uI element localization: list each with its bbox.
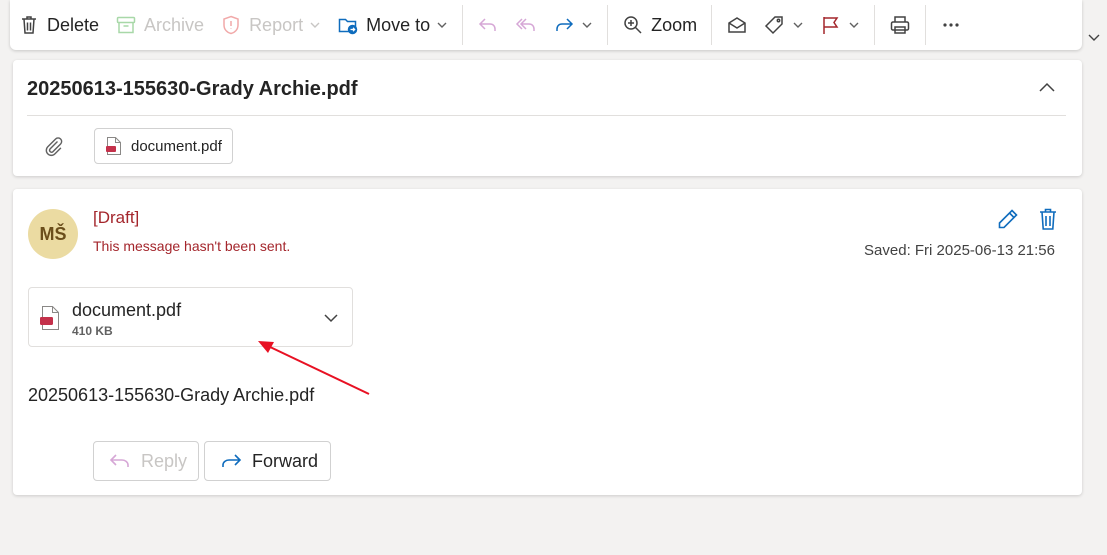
more-icon [940,14,962,36]
archive-icon [115,14,137,36]
edit-draft-button[interactable] [995,206,1021,232]
archive-label: Archive [144,14,205,35]
avatar[interactable]: MŠ [28,209,78,259]
toolbar-divider [925,5,927,45]
report-label: Report [249,14,304,35]
chevron-down-icon [792,19,804,31]
message-body: 20250613-155630-Grady Archie.pdf [28,385,315,405]
chevron-down-icon[interactable] [322,309,340,327]
attachment-card[interactable]: document.pdf 410 KB [28,287,353,347]
archive-button[interactable]: Archive [107,0,212,50]
reply-all-toolbar-button[interactable] [507,0,545,50]
toolbar-divider [462,5,464,45]
zoom-button[interactable]: Zoom [614,0,705,50]
draft-notice: This message hasn't been sent. [93,238,291,254]
saved-timestamp: Saved: Fri 2025-06-13 21:56 [864,242,1055,259]
pdf-file-icon [105,136,123,156]
envelope-open-icon [726,14,748,36]
attachment-chip-label: document.pdf [131,137,222,155]
forward-button[interactable]: Forward [204,441,331,481]
zoom-icon [622,14,644,36]
mark-read-button[interactable] [718,0,756,50]
reply-button[interactable]: Reply [93,441,199,481]
forward-label: Forward [252,450,319,471]
attachment-name: document.pdf [72,300,182,320]
collapse-button[interactable] [1036,77,1058,99]
tag-icon [764,14,786,36]
attachment-header-card: 20250613-155630-Grady Archie.pdf documen… [13,60,1082,176]
toolbar-divider [711,5,713,45]
flag-button[interactable] [812,0,868,50]
zoom-label: Zoom [651,14,698,35]
forward-icon [219,450,243,472]
reply-icon [108,450,132,472]
chevron-down-icon [436,19,448,31]
attachment-chip[interactable]: document.pdf [94,128,233,164]
chevron-down-icon[interactable] [1087,30,1101,44]
move-to-label: Move to [366,14,431,35]
print-button[interactable] [881,0,919,50]
shield-icon [220,14,242,36]
reply-label: Reply [141,450,188,471]
print-icon [889,14,911,36]
chevron-down-icon [309,19,321,31]
divider [27,115,1066,116]
draft-label: [Draft] [93,208,140,227]
toolbar-divider [607,5,609,45]
attachment-size: 410 KB [72,324,113,338]
delete-button[interactable]: Delete [10,0,107,50]
report-button[interactable]: Report [212,0,329,50]
chevron-down-icon [581,19,593,31]
reply-all-icon [515,14,537,36]
more-actions-button[interactable] [932,0,970,50]
discard-draft-button[interactable] [1035,206,1061,232]
flag-icon [820,14,842,36]
chevron-down-icon [848,19,860,31]
message-card: MŠ [Draft] This message hasn't been sent… [13,189,1082,495]
forward-toolbar-button[interactable] [545,0,601,50]
delete-label: Delete [47,14,100,35]
paperclip-icon [43,136,65,158]
forward-icon [553,14,575,36]
move-to-button[interactable]: Move to [329,0,456,50]
reply-icon [477,14,499,36]
reply-toolbar-button[interactable] [469,0,507,50]
command-toolbar: Delete Archive Report Move to Zoom [10,0,1082,50]
folder-move-icon [337,14,359,36]
page-title: 20250613-155630-Grady Archie.pdf [27,78,358,100]
pencil-icon [995,206,1021,232]
categorize-button[interactable] [756,0,812,50]
toolbar-divider [874,5,876,45]
trash-icon [1035,206,1061,232]
pdf-file-icon [39,305,61,331]
trash-icon [18,14,40,36]
